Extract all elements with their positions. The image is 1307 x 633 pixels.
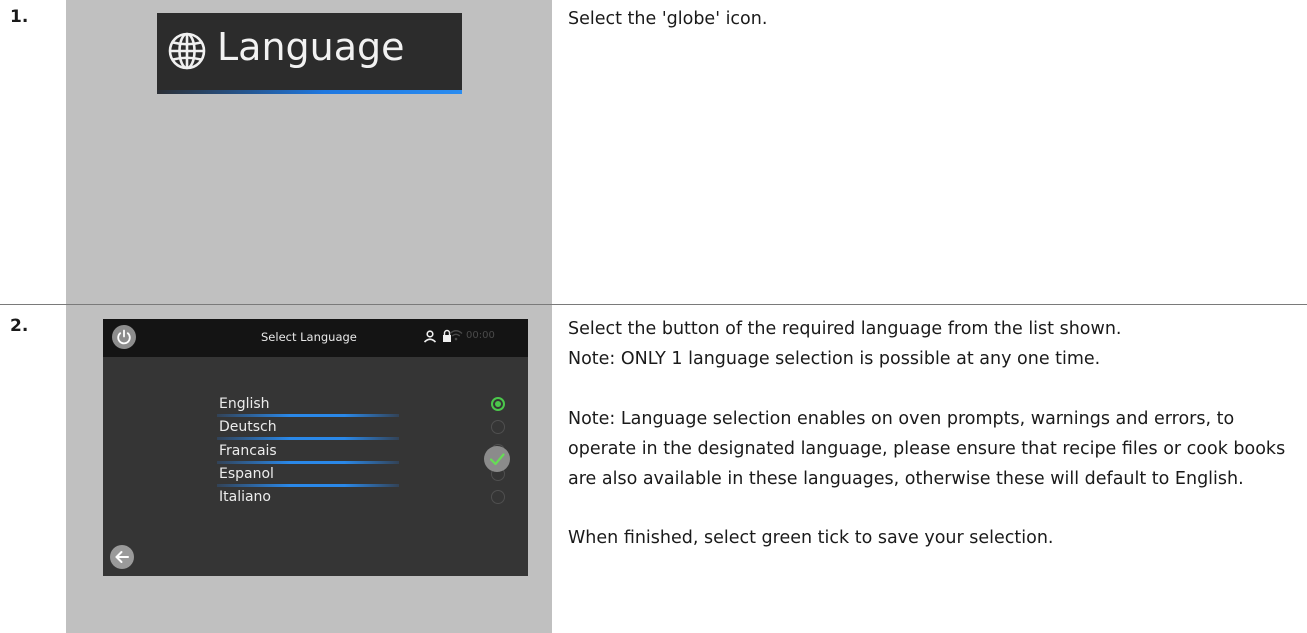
step-2-description: Select the button of the required langua… [568,314,1303,553]
language-option-italiano[interactable]: Italiano [217,487,505,509]
language-option-label: Francais [219,443,277,459]
step-1-number: 1. [10,7,29,27]
language-option-underline [217,437,399,440]
step-2-text-1: Select the button of the required langua… [568,319,1122,339]
language-radio[interactable] [491,420,505,434]
power-button[interactable] [112,325,136,349]
language-radio[interactable] [491,490,505,504]
confirm-tick-button[interactable] [484,446,510,472]
step-1-text: Select the 'globe' icon. [568,9,768,29]
step-2-text-3: Note: Language selection enables on oven… [568,409,1286,489]
globe-icon [168,32,206,70]
wifi-icon [449,330,463,341]
language-option-deutsch[interactable]: Deutsch [217,417,505,440]
step-2-text-2: Note: ONLY 1 language selection is possi… [568,349,1101,369]
language-option-label: Italiano [219,489,271,505]
active-underline [157,90,462,94]
language-option-label: Deutsch [219,419,277,435]
language-option-espanol[interactable]: Espanol [217,464,505,487]
language-option-english[interactable]: English [217,394,505,417]
language-radio-selected[interactable] [491,397,505,411]
power-icon [117,329,131,345]
back-arrow-icon [115,551,129,563]
checkmark-icon [489,453,505,466]
select-language-screen: Select Language 00:00 English Deutsch Fr… [103,319,528,576]
back-button[interactable] [110,545,134,569]
step-2-number: 2. [10,316,29,336]
language-menu-label: Language [217,25,405,69]
step-1-description: Select the 'globe' icon. [568,4,1303,34]
user-icon [423,330,437,343]
clock: 00:00 [466,330,495,341]
language-option-francais[interactable]: Francais [217,441,505,464]
step-2-text-4: When finished, select green tick to save… [568,528,1054,548]
language-menu-item[interactable]: Language [157,13,462,94]
screen-top-bar: Select Language 00:00 [103,319,528,357]
language-option-label: Espanol [219,466,274,482]
screen-title: Select Language [261,330,357,344]
language-option-label: English [219,396,270,412]
